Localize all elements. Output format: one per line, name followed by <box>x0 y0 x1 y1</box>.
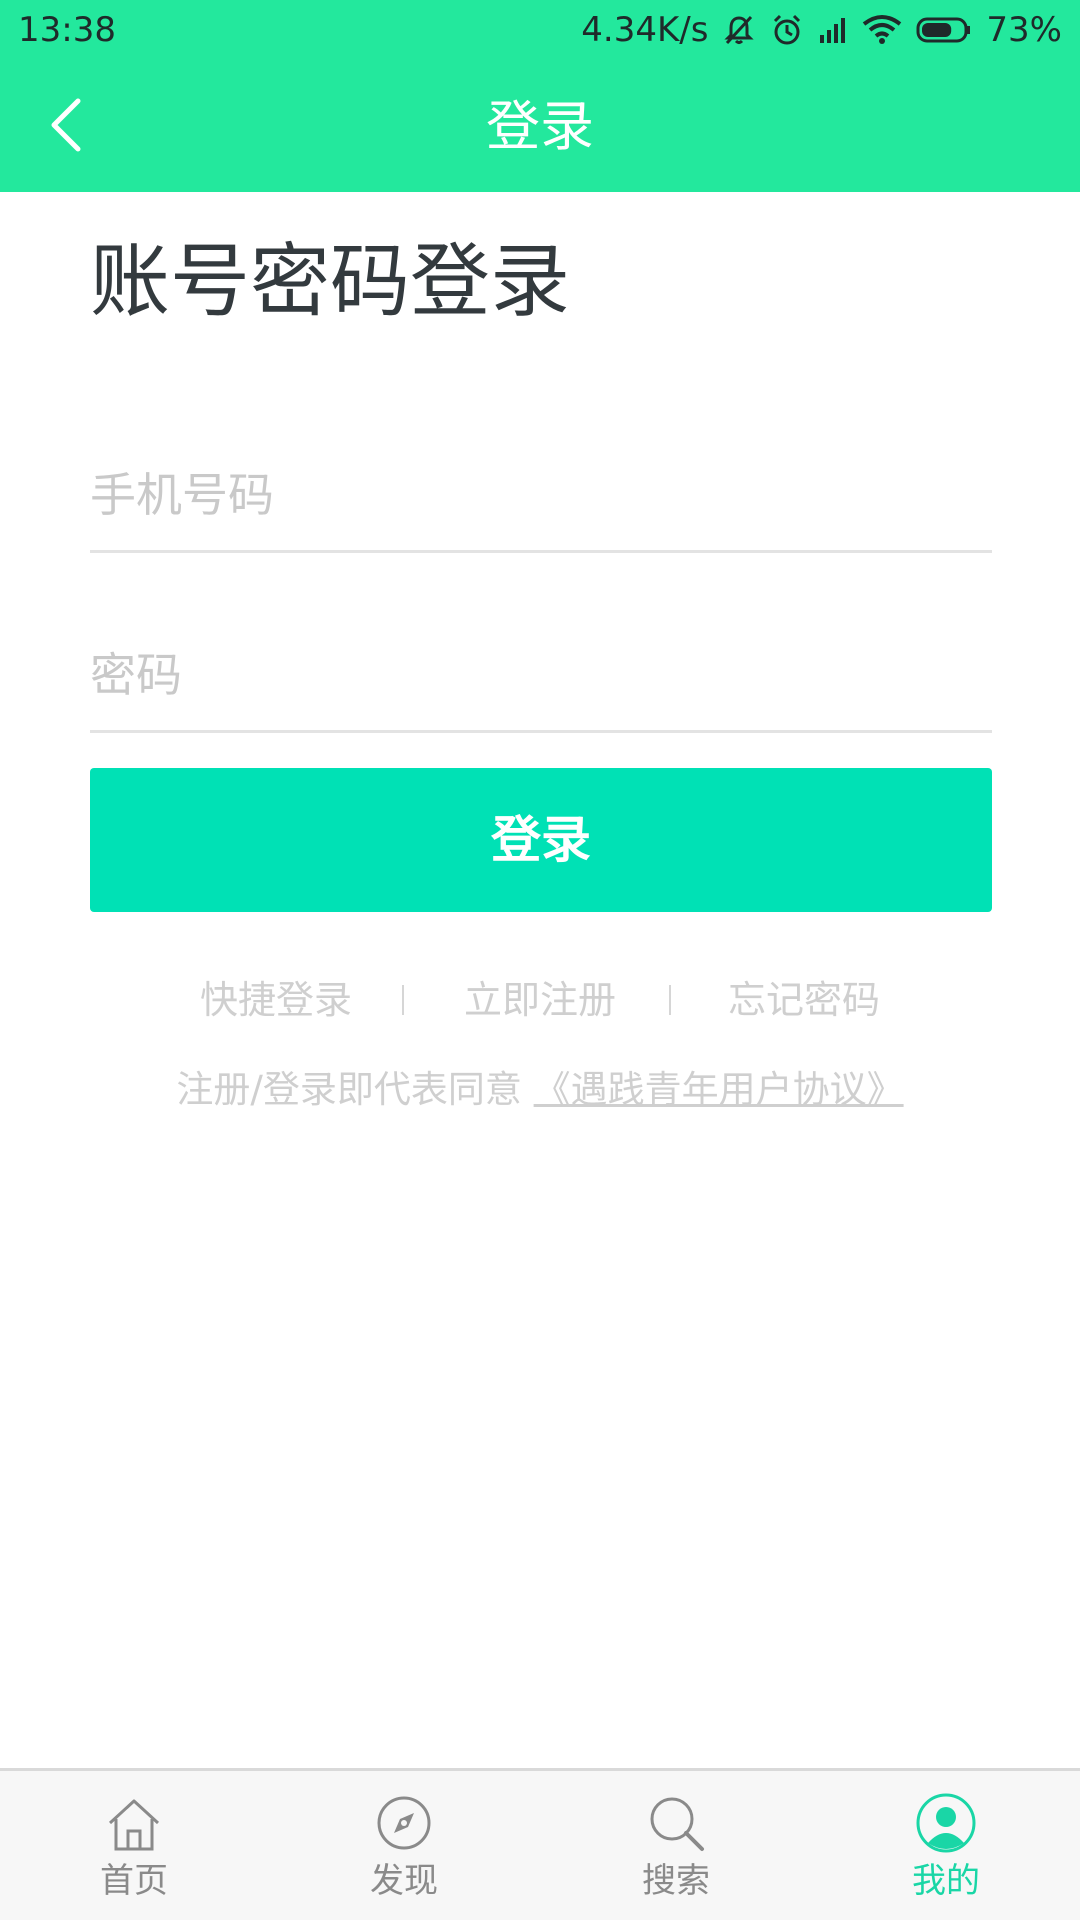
password-input[interactable] <box>90 620 992 730</box>
battery-percent: 73% <box>986 10 1062 50</box>
back-button[interactable] <box>36 92 96 162</box>
user-icon <box>916 1793 976 1853</box>
phone-input[interactable] <box>90 440 992 550</box>
tab-search[interactable]: 搜索 <box>576 1771 776 1923</box>
phone-field <box>90 440 992 553</box>
user-agreement-link[interactable]: 《遇践青年用户协议》 <box>534 1068 904 1111</box>
tab-home[interactable]: 首页 <box>34 1771 234 1923</box>
network-speed: 4.34K/s <box>581 10 709 50</box>
search-icon <box>646 1793 706 1853</box>
wifi-icon <box>862 14 902 46</box>
login-button[interactable]: 登录 <box>90 768 992 912</box>
login-heading: 账号密码登录 <box>90 235 570 328</box>
compass-icon <box>374 1793 434 1853</box>
agreement-prefix: 注册/登录即代表同意 <box>176 1068 522 1111</box>
tab-label: 首页 <box>100 1861 168 1901</box>
quick-login-link[interactable]: 快捷登录 <box>200 970 352 1030</box>
tab-label: 搜索 <box>642 1861 710 1901</box>
status-indicators: 4.34K/s 73% <box>581 8 1062 52</box>
auth-links: 快捷登录 立即注册 忘记密码 <box>0 970 1080 1030</box>
status-bar: 13:38 4.34K/s 73% <box>0 0 1080 62</box>
app-bar: 登录 <box>0 62 1080 192</box>
tab-label: 我的 <box>912 1861 980 1901</box>
signal-icon <box>818 15 848 45</box>
register-link[interactable]: 立即注册 <box>464 970 616 1030</box>
mute-icon <box>722 13 756 47</box>
divider <box>402 985 404 1015</box>
home-icon <box>104 1793 164 1853</box>
page-title: 登录 <box>486 95 594 158</box>
divider <box>669 985 671 1015</box>
agreement-text: 注册/登录即代表同意 《遇践青年用户协议》 <box>0 1060 1080 1120</box>
bottom-nav: 首页 发现 搜索 我的 <box>0 1768 1080 1920</box>
tab-mine[interactable]: 我的 <box>846 1771 1046 1923</box>
tab-label: 发现 <box>370 1861 438 1901</box>
header: 13:38 4.34K/s 73% 登录 <box>0 0 1080 192</box>
battery-icon <box>916 15 972 45</box>
forgot-password-link[interactable]: 忘记密码 <box>728 970 880 1030</box>
back-arrow-icon <box>46 97 86 157</box>
status-time: 13:38 <box>18 10 116 50</box>
tab-discover[interactable]: 发现 <box>304 1771 504 1923</box>
password-field <box>90 620 992 733</box>
alarm-icon <box>770 13 804 47</box>
